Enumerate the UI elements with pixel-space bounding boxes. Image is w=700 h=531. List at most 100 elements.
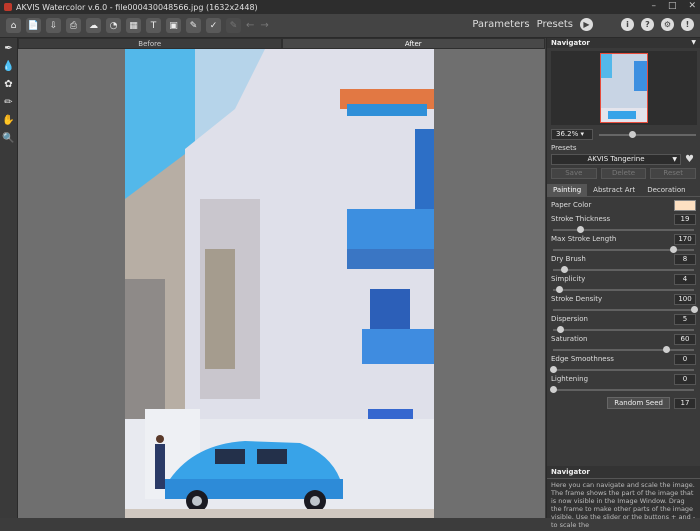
zoom-slider[interactable]: [599, 130, 696, 138]
param-lightening: Lightening 0: [550, 373, 696, 393]
undo-icon[interactable]: ←: [246, 20, 254, 31]
info-icon[interactable]: i: [621, 18, 634, 31]
param-slider[interactable]: [550, 366, 694, 373]
param-simplicity: Simplicity 4: [551, 273, 696, 293]
canvas-icon[interactable]: ▦: [126, 18, 141, 33]
reset-preset-button[interactable]: Reset: [650, 168, 697, 179]
navigator-header: Navigator ▼: [547, 38, 700, 48]
tab-decoration[interactable]: Decoration: [641, 184, 691, 196]
param-label: Dispersion: [551, 315, 588, 323]
param-value-field[interactable]: 0: [674, 373, 696, 385]
param-label: Stroke Density: [551, 295, 603, 303]
navigator-frame[interactable]: [600, 53, 648, 123]
main-toolbar: ⌂ 📄 ⇩ ⎙ ☁ ◔ ▦ T ▣ ✎ ✓ ✎ ← → Parameters P…: [0, 14, 700, 38]
tab-after[interactable]: After: [281, 38, 545, 49]
parameters-tab[interactable]: Parameters: [472, 19, 529, 30]
navigator-thumbnail[interactable]: [551, 51, 697, 125]
settings-panel: Navigator ▼ 36.2% ▾ Presets AKVIS Tanger…: [546, 38, 700, 529]
param-value-field[interactable]: 5: [674, 313, 696, 325]
tool-panel: ✒ 💧 ✿ ✏ ✋ 🔍: [0, 38, 18, 518]
param-value-field[interactable]: 170: [674, 233, 696, 245]
pencil-icon[interactable]: ✏: [3, 96, 15, 108]
frame-icon[interactable]: ▣: [166, 18, 181, 33]
param-slider-knob[interactable]: [550, 386, 557, 393]
param-slider[interactable]: [553, 326, 694, 333]
print-icon[interactable]: ⎙: [66, 18, 81, 33]
tab-abstract-art[interactable]: Abstract Art: [587, 184, 641, 196]
param-value-field[interactable]: 60: [674, 333, 696, 345]
param-dispersion: Dispersion 5: [551, 313, 696, 333]
param-stroke-thickness: Stroke Thickness 19: [551, 213, 696, 233]
param-slider-knob[interactable]: [576, 226, 584, 233]
param-label: Dry Brush: [551, 255, 586, 263]
save-preset-button[interactable]: Save: [551, 168, 597, 179]
image-window[interactable]: [18, 49, 545, 518]
presets-tab[interactable]: Presets: [537, 19, 573, 30]
notification-icon[interactable]: !: [681, 18, 694, 31]
brush-icon[interactable]: ✓: [206, 18, 221, 33]
hand-icon[interactable]: ✋: [2, 114, 14, 126]
param-slider[interactable]: [553, 266, 694, 273]
favorite-heart-icon[interactable]: ♥: [685, 154, 694, 165]
drop-icon[interactable]: 💧: [2, 60, 14, 72]
preset-dropdown[interactable]: AKVIS Tangerine ▼: [551, 154, 681, 165]
param-label: Stroke Thickness: [551, 215, 611, 223]
param-label: Saturation: [551, 335, 588, 343]
home-icon[interactable]: ⌂: [6, 18, 21, 33]
watercolor-image[interactable]: [125, 49, 434, 518]
delete-preset-button[interactable]: Delete: [600, 168, 647, 179]
zoom-icon[interactable]: 🔍: [2, 132, 14, 144]
param-value-field[interactable]: 0: [674, 353, 696, 365]
param-slider[interactable]: [553, 246, 694, 253]
param-slider[interactable]: [553, 306, 698, 313]
param-slider-knob[interactable]: [555, 286, 563, 293]
share-icon[interactable]: ☁: [86, 18, 101, 33]
param-value-field[interactable]: 19: [674, 213, 696, 225]
param-slider[interactable]: [553, 346, 694, 353]
minimize-button[interactable]: –: [651, 1, 656, 11]
direction-brush-icon[interactable]: ✒: [3, 42, 15, 54]
param-slider-knob[interactable]: [662, 346, 670, 353]
paint-icon[interactable]: ✿: [3, 78, 15, 90]
param-label: Simplicity: [551, 275, 586, 283]
maximize-button[interactable]: □: [668, 1, 677, 11]
help-icon[interactable]: ?: [641, 18, 654, 31]
chevron-down-icon[interactable]: ▼: [691, 39, 696, 46]
zoom-field[interactable]: 36.2% ▾: [551, 129, 593, 140]
parameter-tabs: Painting Abstract Art Decoration: [547, 184, 700, 197]
random-seed-button[interactable]: Random Seed: [607, 397, 670, 409]
tab-before[interactable]: Before: [18, 38, 282, 49]
param-slider[interactable]: [553, 286, 694, 293]
paper-color-swatch[interactable]: [674, 199, 696, 211]
batch-icon[interactable]: ◔: [106, 18, 121, 33]
param-slider[interactable]: [550, 386, 694, 393]
open-file-icon[interactable]: 📄: [26, 18, 41, 33]
zoom-slider-knob[interactable]: [629, 130, 636, 138]
param-slider-knob[interactable]: [691, 306, 698, 313]
disabled-brush-icon: ✎: [226, 18, 241, 33]
app-logo-icon: [4, 3, 12, 11]
param-slider-knob[interactable]: [550, 366, 557, 373]
tab-painting[interactable]: Painting: [547, 184, 588, 196]
brush-settings-icon[interactable]: ✎: [186, 18, 201, 33]
help-title: Navigator: [547, 466, 700, 479]
param-stroke-density: Stroke Density 100: [551, 293, 698, 313]
param-slider-knob[interactable]: [561, 266, 569, 273]
close-button[interactable]: ✕: [688, 1, 696, 11]
param-value-field[interactable]: 8: [674, 253, 696, 265]
help-panel: Navigator Here you can navigate and scal…: [547, 466, 700, 529]
run-icon[interactable]: ▶: [580, 18, 593, 31]
settings-gear-icon[interactable]: ⚙: [661, 18, 674, 31]
text-icon[interactable]: T: [146, 18, 161, 33]
random-seed-field[interactable]: 17: [674, 397, 696, 409]
param-value-field[interactable]: 4: [674, 273, 696, 285]
param-slider-knob[interactable]: [557, 326, 565, 333]
param-value-field[interactable]: 100: [674, 293, 696, 305]
param-slider-knob[interactable]: [669, 246, 677, 253]
param-slider[interactable]: [553, 226, 694, 233]
save-file-icon[interactable]: ⇩: [46, 18, 61, 33]
param-label: Lightening: [551, 375, 589, 383]
help-text: Here you can navigate and scale the imag…: [551, 481, 696, 529]
redo-icon[interactable]: →: [260, 20, 268, 31]
param-max-stroke-length: Max Stroke Length 170: [551, 233, 696, 253]
